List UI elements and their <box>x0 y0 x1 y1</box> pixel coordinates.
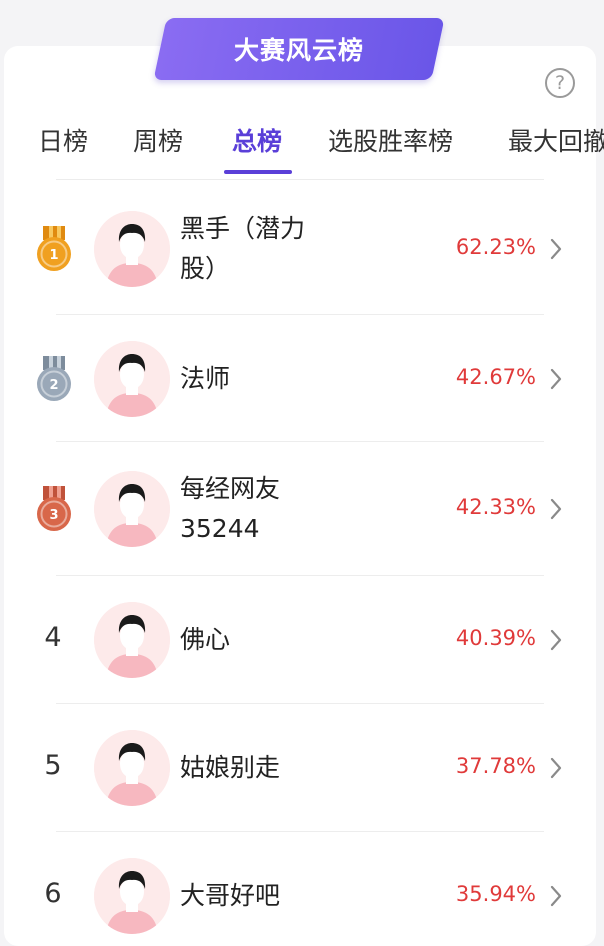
active-tab-indicator <box>224 170 292 174</box>
ranking-row[interactable]: 3 每经网友35244 42.33% <box>0 442 604 576</box>
ranking-row[interactable]: 2 法师 42.67% <box>0 315 604 442</box>
tab-overall[interactable]: 总榜 <box>232 122 282 158</box>
chevron-right-icon[interactable] <box>548 628 564 652</box>
avatar <box>94 340 170 417</box>
avatar <box>94 730 170 806</box>
win-rate: 62.23% <box>455 234 536 259</box>
user-name: 法师 <box>180 363 231 393</box>
user-name: 每经网友35244 <box>180 474 281 543</box>
avatar <box>94 471 170 547</box>
tabs-divider <box>56 179 544 180</box>
tab-bar: 日榜 周榜 总榜 选股胜率榜 最大回撤 <box>0 114 604 180</box>
rank-number: 6 <box>44 878 62 909</box>
ranking-row[interactable]: 1 黑手（潜力股） 62.23% <box>0 182 604 315</box>
chevron-right-icon[interactable] <box>548 237 564 261</box>
ranking-row[interactable]: 6 大哥好吧 35.94% <box>0 832 604 937</box>
ranking-row[interactable]: 5 姑娘别走 37.78% <box>0 704 604 832</box>
avatar <box>94 858 170 934</box>
user-name: 姑娘别走 <box>180 753 281 782</box>
gold-medal-icon: 1 <box>36 225 72 272</box>
win-rate: 37.78% <box>455 754 536 778</box>
chevron-right-icon[interactable] <box>548 884 564 908</box>
win-rate: 42.33% <box>455 495 536 519</box>
silver-medal-icon: 2 <box>36 355 72 402</box>
user-name: 黑手（潜力股） <box>180 213 306 283</box>
rank-number: 5 <box>44 750 62 781</box>
tab-stock-win-rate[interactable]: 选股胜率榜 <box>328 122 453 158</box>
user-name: 大哥好吧 <box>180 881 281 910</box>
bronze-medal-icon: 3 <box>36 486 72 532</box>
win-rate: 35.94% <box>455 882 536 906</box>
svg-text:3: 3 <box>49 508 58 523</box>
tab-daily[interactable]: 日榜 <box>38 122 88 158</box>
win-rate: 40.39% <box>455 626 536 650</box>
user-name: 佛心 <box>180 625 231 654</box>
banner: 大赛风云榜 <box>153 18 445 80</box>
chevron-right-icon[interactable] <box>548 497 564 521</box>
avatar <box>94 210 170 287</box>
chevron-right-icon[interactable] <box>548 367 564 391</box>
rank-number: 4 <box>44 622 62 653</box>
help-icon[interactable]: ? <box>545 68 575 98</box>
tab-max-drawdown[interactable]: 最大回撤 <box>508 122 604 158</box>
chevron-right-icon[interactable] <box>548 756 564 780</box>
ranking-row[interactable]: 4 佛心 40.39% <box>0 576 604 704</box>
win-rate: 42.67% <box>455 364 536 389</box>
tab-weekly[interactable]: 周榜 <box>133 122 183 158</box>
banner-title: 大赛风云榜 <box>233 36 364 65</box>
svg-text:2: 2 <box>49 378 58 393</box>
svg-text:1: 1 <box>49 248 58 263</box>
avatar <box>94 602 170 678</box>
